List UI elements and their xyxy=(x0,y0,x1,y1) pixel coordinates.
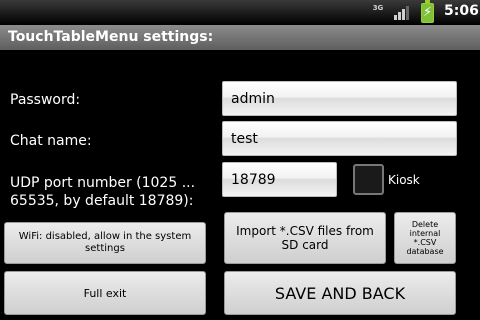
page-title: TouchTableMenu settings: xyxy=(8,29,214,45)
chat-name-label: Chat name: xyxy=(10,133,92,149)
import-csv-label: Import *.CSV files from SD card xyxy=(236,224,374,252)
chat-name-field[interactable] xyxy=(222,121,457,156)
save-and-back-button[interactable]: SAVE AND BACK xyxy=(224,271,456,315)
network-3g-icon: 3G xyxy=(372,4,384,12)
save-and-back-label: SAVE AND BACK xyxy=(274,283,406,303)
full-exit-button[interactable]: Full exit xyxy=(4,271,206,315)
kiosk-label: Kiosk xyxy=(388,173,420,187)
kiosk-checkbox[interactable] xyxy=(353,164,384,195)
battery-charging-icon: ⚡ xyxy=(421,0,434,23)
signal-strength-icon xyxy=(394,6,411,20)
title-bar: TouchTableMenu settings: xyxy=(0,25,480,50)
import-csv-button[interactable]: Import *.CSV files from SD card xyxy=(224,212,386,264)
udp-port-field[interactable] xyxy=(222,162,337,197)
full-exit-label: Full exit xyxy=(83,286,127,300)
wifi-settings-button[interactable]: WiFi: disabled, allow in the system sett… xyxy=(4,222,206,264)
wifi-settings-label: WiFi: disabled, allow in the system sett… xyxy=(18,231,192,254)
status-time: 5:06 xyxy=(444,3,479,19)
delete-database-label: Delete internal *.CSV database xyxy=(406,220,444,256)
delete-database-button[interactable]: Delete internal *.CSV database xyxy=(394,212,456,264)
password-field[interactable] xyxy=(222,81,457,116)
udp-port-label: UDP port number (1025 ... 65535, by defa… xyxy=(10,175,196,209)
status-bar: 3G ⚡ 5:06 xyxy=(0,0,480,25)
password-label: Password: xyxy=(10,92,81,108)
